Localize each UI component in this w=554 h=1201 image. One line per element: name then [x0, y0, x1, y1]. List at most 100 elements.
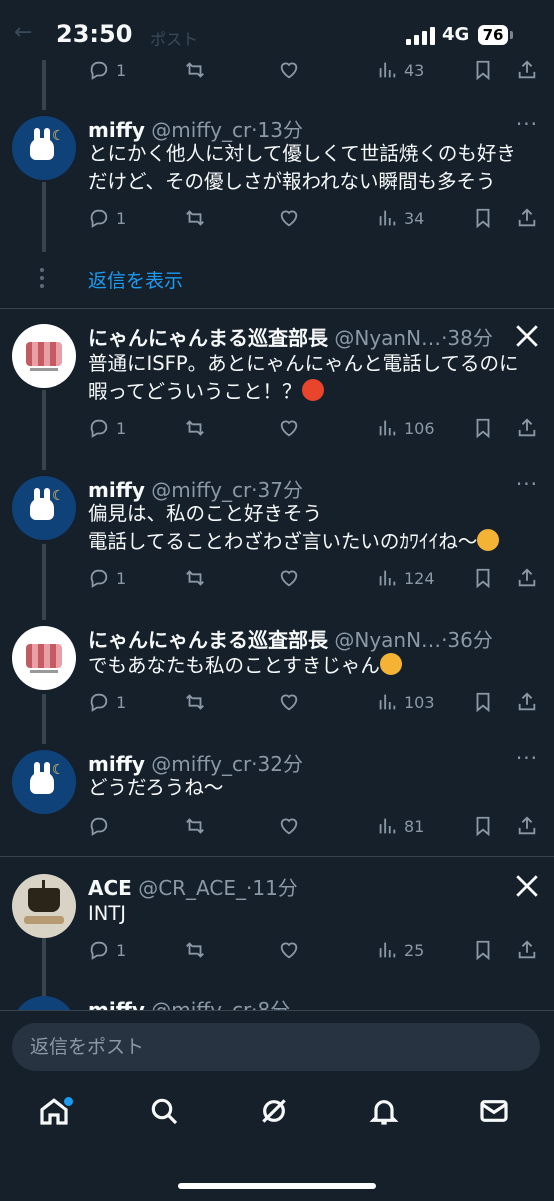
- tab-messages[interactable]: [478, 1095, 522, 1139]
- tab-search[interactable]: [148, 1095, 192, 1139]
- grok-icon: [262, 1099, 286, 1123]
- views-icon: [379, 570, 396, 586]
- avatar[interactable]: [12, 874, 76, 938]
- heart-icon: [280, 62, 298, 79]
- views-icon: [379, 942, 396, 958]
- like-button[interactable]: [278, 564, 300, 592]
- bookmark-button[interactable]: [472, 564, 494, 592]
- like-button[interactable]: [278, 414, 300, 442]
- author-handle[interactable]: @miffy_cr: [151, 118, 251, 142]
- author-name[interactable]: miffy: [88, 118, 145, 142]
- x-logo-icon: [516, 875, 538, 897]
- reply-button[interactable]: 1: [88, 564, 126, 592]
- reply-button[interactable]: 1: [88, 936, 126, 964]
- like-button[interactable]: [278, 688, 300, 716]
- more-options-button[interactable]: ···: [516, 112, 538, 136]
- repost-button[interactable]: [184, 204, 206, 232]
- author-handle[interactable]: @miffy_cr: [151, 998, 251, 1010]
- reply-icon: [90, 419, 108, 438]
- reply-button[interactable]: 1: [88, 56, 126, 84]
- avatar[interactable]: [12, 626, 76, 690]
- like-button[interactable]: [278, 56, 300, 84]
- reply-button[interactable]: 1: [88, 414, 126, 442]
- author-name[interactable]: miffy: [88, 752, 145, 776]
- like-button[interactable]: [278, 204, 300, 232]
- author-handle[interactable]: @miffy_cr: [151, 478, 251, 502]
- reply-input[interactable]: 返信をポスト: [12, 1023, 540, 1071]
- timestamp[interactable]: 38分: [447, 326, 492, 350]
- bookmark-button[interactable]: [472, 204, 494, 232]
- bookmark-button[interactable]: [472, 936, 494, 964]
- tweet-actions: 1 106: [88, 414, 548, 442]
- tab-home[interactable]: [38, 1095, 82, 1139]
- share-button[interactable]: [516, 56, 538, 84]
- repost-button[interactable]: [184, 688, 206, 716]
- status-time: 23:50: [56, 20, 133, 48]
- bookmark-button[interactable]: [472, 56, 494, 84]
- timestamp[interactable]: 13分: [258, 118, 303, 142]
- repost-button[interactable]: [184, 936, 206, 964]
- timestamp[interactable]: 36分: [447, 628, 492, 652]
- author-handle[interactable]: @CR_ACE_: [138, 876, 246, 900]
- author-name[interactable]: miffy: [88, 478, 145, 502]
- tab-notifications[interactable]: [368, 1095, 412, 1139]
- repost-icon: [186, 210, 204, 226]
- share-button[interactable]: [516, 204, 538, 232]
- repost-button[interactable]: [184, 56, 206, 84]
- tweet-text: でもあなたも私のことすきじゃん: [88, 652, 402, 680]
- avatar[interactable]: ☾: [12, 116, 76, 180]
- more-options-button[interactable]: ···: [516, 746, 538, 770]
- repost-button[interactable]: [184, 564, 206, 592]
- show-replies-link[interactable]: 返信を表示: [88, 266, 183, 293]
- author-handle[interactable]: @NyanN…: [334, 326, 441, 350]
- bookmark-button[interactable]: [472, 688, 494, 716]
- reply-button[interactable]: [88, 812, 110, 840]
- author-name[interactable]: ACE: [88, 876, 132, 900]
- author-handle[interactable]: @NyanN…: [334, 628, 441, 652]
- views-button[interactable]: 34: [376, 204, 424, 232]
- bottom-bar: 返信をポスト: [0, 1010, 554, 1201]
- avatar[interactable]: [12, 996, 76, 1010]
- back-arrow-icon[interactable]: ←: [14, 20, 32, 45]
- bookmark-button[interactable]: [472, 812, 494, 840]
- views-button[interactable]: 124: [376, 564, 435, 592]
- share-button[interactable]: [516, 812, 538, 840]
- share-button[interactable]: [516, 688, 538, 716]
- avatar[interactable]: ☾: [12, 750, 76, 814]
- views-button[interactable]: 103: [376, 688, 435, 716]
- bookmark-button[interactable]: [472, 414, 494, 442]
- bookmark-icon: [476, 418, 490, 439]
- views-button[interactable]: 43: [376, 56, 424, 84]
- more-options-button[interactable]: ···: [516, 472, 538, 496]
- reply-button[interactable]: 1: [88, 688, 126, 716]
- author-name[interactable]: にゃんにゃんまる巡査部長: [88, 326, 328, 350]
- views-button[interactable]: 25: [376, 936, 424, 964]
- thread-line: [42, 544, 46, 620]
- repost-button[interactable]: [184, 812, 206, 840]
- repost-button[interactable]: [184, 414, 206, 442]
- author-handle[interactable]: @miffy_cr: [151, 752, 251, 776]
- battery-cap: [510, 31, 513, 39]
- more-replies-dots-icon: [40, 268, 46, 292]
- tweet-actions: 1 25: [88, 936, 548, 964]
- like-button[interactable]: [278, 936, 300, 964]
- header-title: ポスト: [150, 30, 199, 49]
- reply-button[interactable]: 1: [88, 204, 126, 232]
- timestamp[interactable]: 37分: [258, 478, 303, 502]
- timestamp[interactable]: 32分: [258, 752, 303, 776]
- views-button[interactable]: 81: [376, 812, 424, 840]
- bookmark-icon: [476, 692, 490, 713]
- share-button[interactable]: [516, 414, 538, 442]
- timestamp[interactable]: 11分: [252, 876, 297, 900]
- like-button[interactable]: [278, 812, 300, 840]
- timestamp[interactable]: 8分: [258, 998, 291, 1010]
- share-button[interactable]: [516, 564, 538, 592]
- avatar[interactable]: ☾: [12, 476, 76, 540]
- views-button[interactable]: 106: [376, 414, 435, 442]
- author-name[interactable]: にゃんにゃんまる巡査部長: [88, 628, 328, 652]
- avatar[interactable]: [12, 324, 76, 388]
- share-button[interactable]: [516, 936, 538, 964]
- share-icon: [518, 208, 536, 227]
- author-name[interactable]: miffy: [88, 998, 145, 1010]
- tab-grok[interactable]: [258, 1095, 302, 1139]
